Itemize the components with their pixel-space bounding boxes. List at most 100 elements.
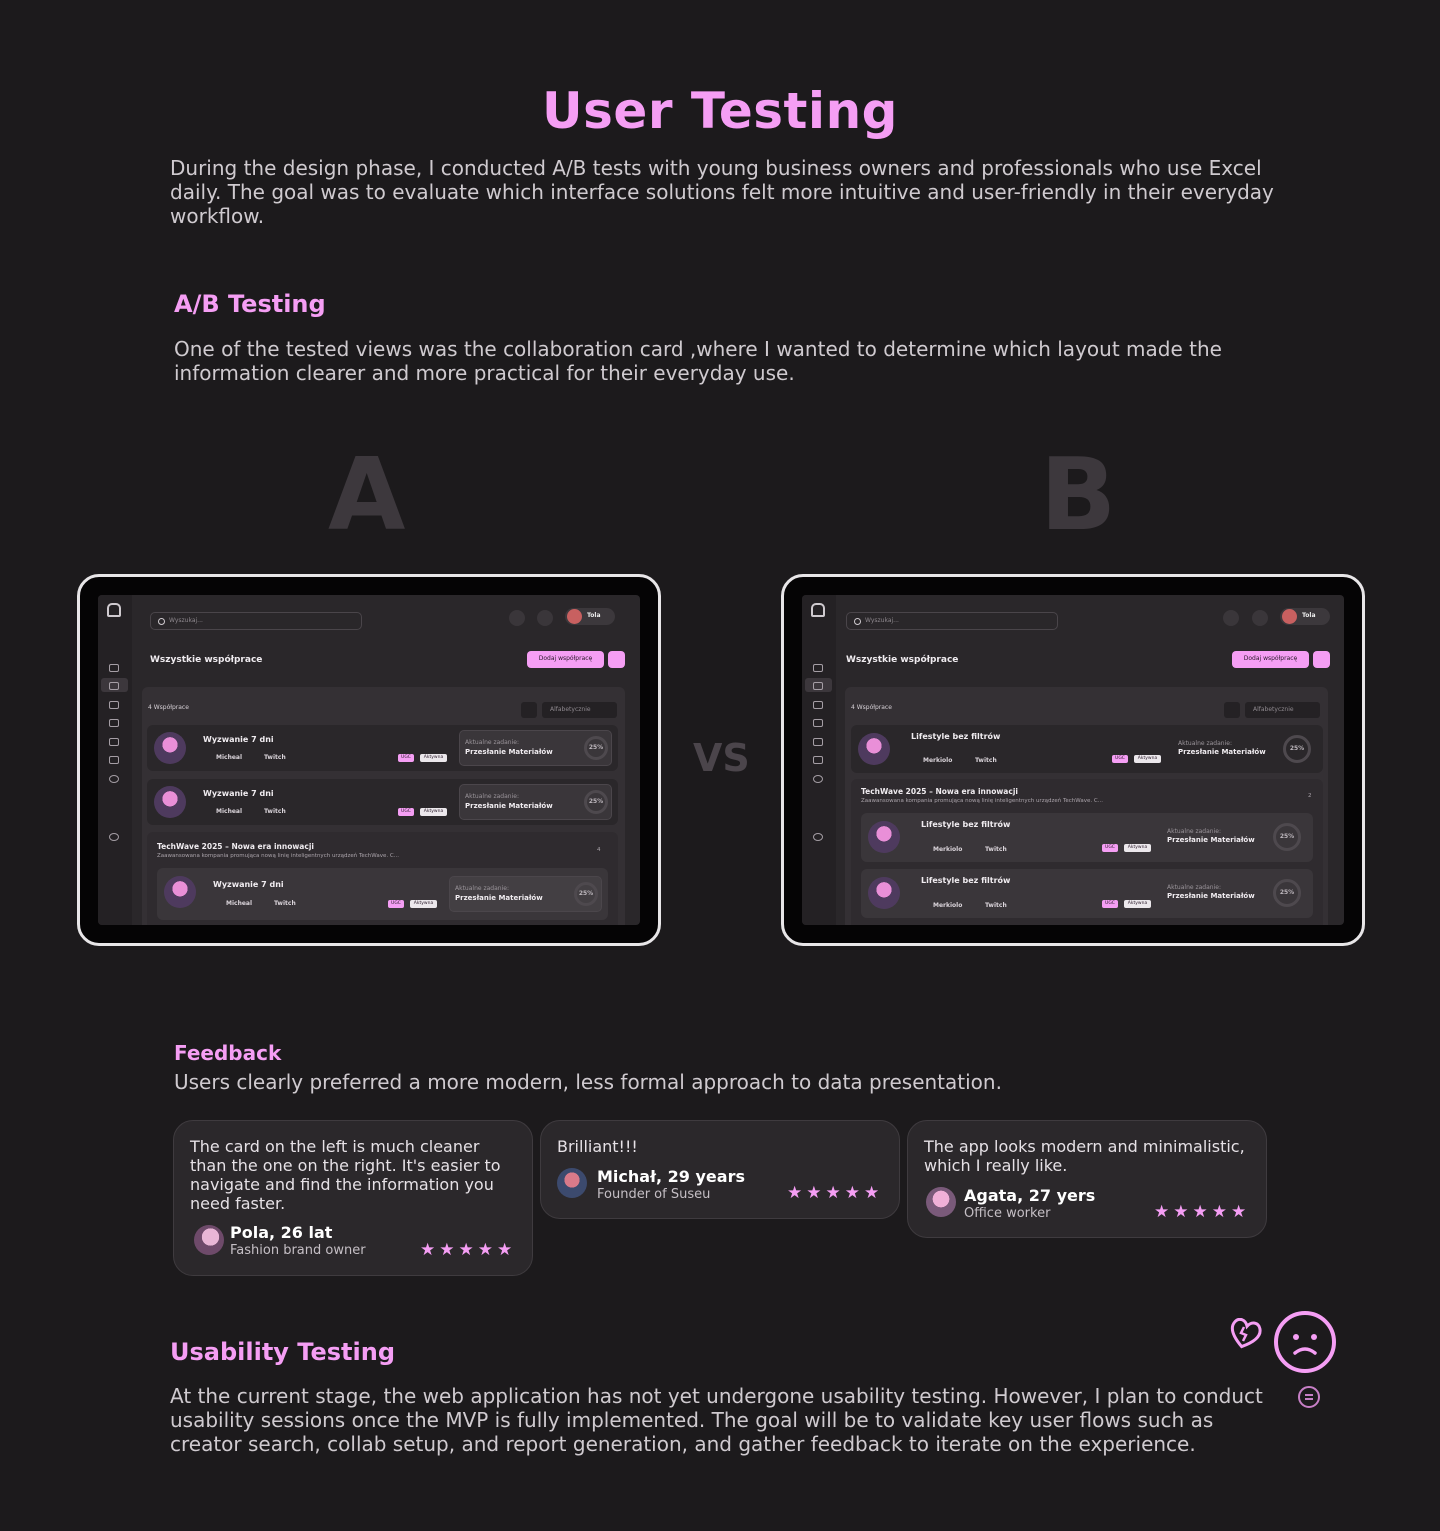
platform-name: Twitch: [985, 846, 1007, 853]
testimonial-name: Pola, 26 lat: [230, 1223, 333, 1242]
app-logo: [107, 603, 121, 617]
ugc-tag: UGC: [1102, 900, 1118, 908]
home-icon[interactable]: [109, 664, 119, 672]
rating-stars: ★★★★★: [787, 1183, 884, 1203]
collab-card[interactable]: Wyzwanie 7 dni Micheal Twitch UGC Aktywn…: [157, 868, 608, 920]
calendar-icon[interactable]: [109, 719, 119, 727]
avatar: [557, 1168, 587, 1198]
collab-card[interactable]: Wyzwanie 7 dni Micheal Twitch UGC Aktywn…: [147, 779, 618, 825]
search-input[interactable]: Wyszukaj...: [150, 612, 362, 630]
testimonial-card: The card on the left is much cleaner tha…: [173, 1120, 533, 1276]
app-screen: Wyszukaj... Tola Wszystkie współprace Do…: [98, 595, 640, 925]
bell-icon[interactable]: [537, 610, 553, 626]
task-label: Aktualne zadanie:: [465, 793, 519, 800]
megaphone-icon[interactable]: [109, 701, 119, 709]
current-task: Aktualne zadanie: Przesłanie Materiałów …: [449, 876, 602, 912]
ugc-tag: UGC: [1112, 755, 1128, 763]
vs-label: VS: [693, 736, 750, 780]
sad-face-icon: [1274, 1311, 1336, 1373]
add-collab-dropdown[interactable]: [1313, 651, 1330, 668]
chat-icon[interactable]: [1223, 610, 1239, 626]
avatar: [154, 732, 186, 764]
collab-card[interactable]: Lifestyle bez filtrów Merkiolo Twitch UG…: [861, 813, 1313, 862]
search-input[interactable]: Wyszukaj...: [846, 612, 1058, 630]
status-tag: Aktywna: [1124, 844, 1151, 852]
tablet-variant-b: Wyszukaj... Tola Wszystkie współprace Do…: [781, 574, 1365, 946]
sort-select[interactable]: Alfabetycznie: [1245, 702, 1320, 718]
neutral-face-icon: [1298, 1386, 1320, 1408]
add-collab-button[interactable]: Dodaj współpracę: [1232, 651, 1309, 668]
creator-name: Merkiolo: [933, 846, 963, 853]
ugc-tag: UGC: [398, 808, 414, 816]
collab-card[interactable]: Lifestyle bez filtrów Merkiolo Twitch UG…: [851, 725, 1323, 773]
broken-heart-icon: [1230, 1318, 1262, 1349]
testimonial-quote: The card on the left is much cleaner tha…: [190, 1137, 501, 1213]
card-title: Lifestyle bez filtrów: [921, 820, 1011, 829]
platform-name: Twitch: [985, 902, 1007, 909]
megaphone-icon[interactable]: [813, 701, 823, 709]
group-description: Zaawansowana kompania promująca nową lin…: [157, 853, 399, 859]
testimonial-card: The app looks modern and minimalistic, w…: [907, 1120, 1267, 1238]
grid-icon[interactable]: [109, 738, 119, 746]
ugc-tag: UGC: [398, 754, 414, 762]
grid-icon[interactable]: [813, 738, 823, 746]
users-icon[interactable]: [109, 682, 119, 690]
chat-icon[interactable]: [813, 756, 823, 764]
bell-icon[interactable]: [1252, 610, 1268, 626]
status-tag: Aktywna: [420, 808, 447, 816]
collab-group[interactable]: TechWave 2025 – Nowa era innowacji Zaawa…: [851, 779, 1323, 925]
testimonial-name: Agata, 27 yers: [964, 1186, 1096, 1205]
avatar: [164, 876, 196, 908]
rating-stars: ★★★★★: [420, 1240, 517, 1260]
search-icon[interactable]: [109, 775, 119, 783]
collab-card[interactable]: Wyzwanie 7 dni Micheal Twitch UGC Aktywn…: [147, 725, 618, 771]
testimonial-name: Michał, 29 years: [597, 1167, 745, 1186]
feedback-heading: Feedback: [174, 1041, 282, 1065]
search-button[interactable]: [1224, 702, 1240, 718]
calendar-icon[interactable]: [813, 719, 823, 727]
ugc-tag: UGC: [388, 900, 404, 908]
variant-b-label: B: [1040, 436, 1117, 553]
card-title: Lifestyle bez filtrów: [921, 876, 1011, 885]
task-label: Aktualne zadanie:: [465, 739, 519, 746]
task-value: Przesłanie Materiałów: [465, 748, 553, 756]
search-button[interactable]: [521, 702, 537, 718]
settings-icon[interactable]: [109, 833, 119, 841]
testimonial-role: Fashion brand owner: [230, 1243, 366, 1258]
add-collab-dropdown[interactable]: [608, 651, 625, 668]
app-logo: [811, 603, 825, 617]
status-tag: Aktywna: [1124, 900, 1151, 908]
avatar: [194, 1225, 224, 1255]
creator-name: Merkiolo: [933, 902, 963, 909]
add-collab-button[interactable]: Dodaj współpracę: [527, 651, 604, 668]
chat-icon[interactable]: [109, 756, 119, 764]
platform-name: Twitch: [264, 808, 286, 815]
status-tag: Aktywna: [1134, 755, 1161, 763]
progress-ring: 25%: [1273, 823, 1301, 851]
task-label: Aktualne zadanie:: [1167, 884, 1221, 891]
settings-icon[interactable]: [813, 833, 823, 841]
usability-text: At the current stage, the web applicatio…: [170, 1384, 1263, 1456]
intro-text: During the design phase, I conducted A/B…: [170, 156, 1274, 228]
chat-icon[interactable]: [509, 610, 525, 626]
user-chip[interactable]: Tola: [565, 608, 615, 625]
card-title: Wyzwanie 7 dni: [213, 880, 284, 889]
task-label: Aktualne zadanie:: [1167, 828, 1221, 835]
avatar: [926, 1187, 956, 1217]
app-screen: Wyszukaj... Tola Wszystkie współprace Do…: [802, 595, 1344, 925]
collab-group[interactable]: TechWave 2025 – Nowa era innowacji Zaawa…: [147, 832, 618, 925]
users-icon[interactable]: [813, 682, 823, 690]
progress-ring: 25%: [584, 790, 608, 814]
creator-name: Micheal: [216, 754, 243, 761]
home-icon[interactable]: [813, 664, 823, 672]
platform-name: Twitch: [274, 900, 296, 907]
sort-select[interactable]: Alfabetycznie: [542, 702, 617, 718]
collab-card[interactable]: Lifestyle bez filtrów Merkiolo Twitch UG…: [861, 869, 1313, 918]
avatar: [858, 733, 890, 765]
user-chip[interactable]: Tola: [1280, 608, 1330, 625]
group-member-count: 2: [1308, 793, 1312, 799]
progress-ring: 25%: [574, 882, 598, 906]
current-task: Aktualne zadanie: Przesłanie Materiałów …: [459, 730, 612, 766]
search-icon[interactable]: [813, 775, 823, 783]
platform-name: Twitch: [975, 757, 997, 764]
